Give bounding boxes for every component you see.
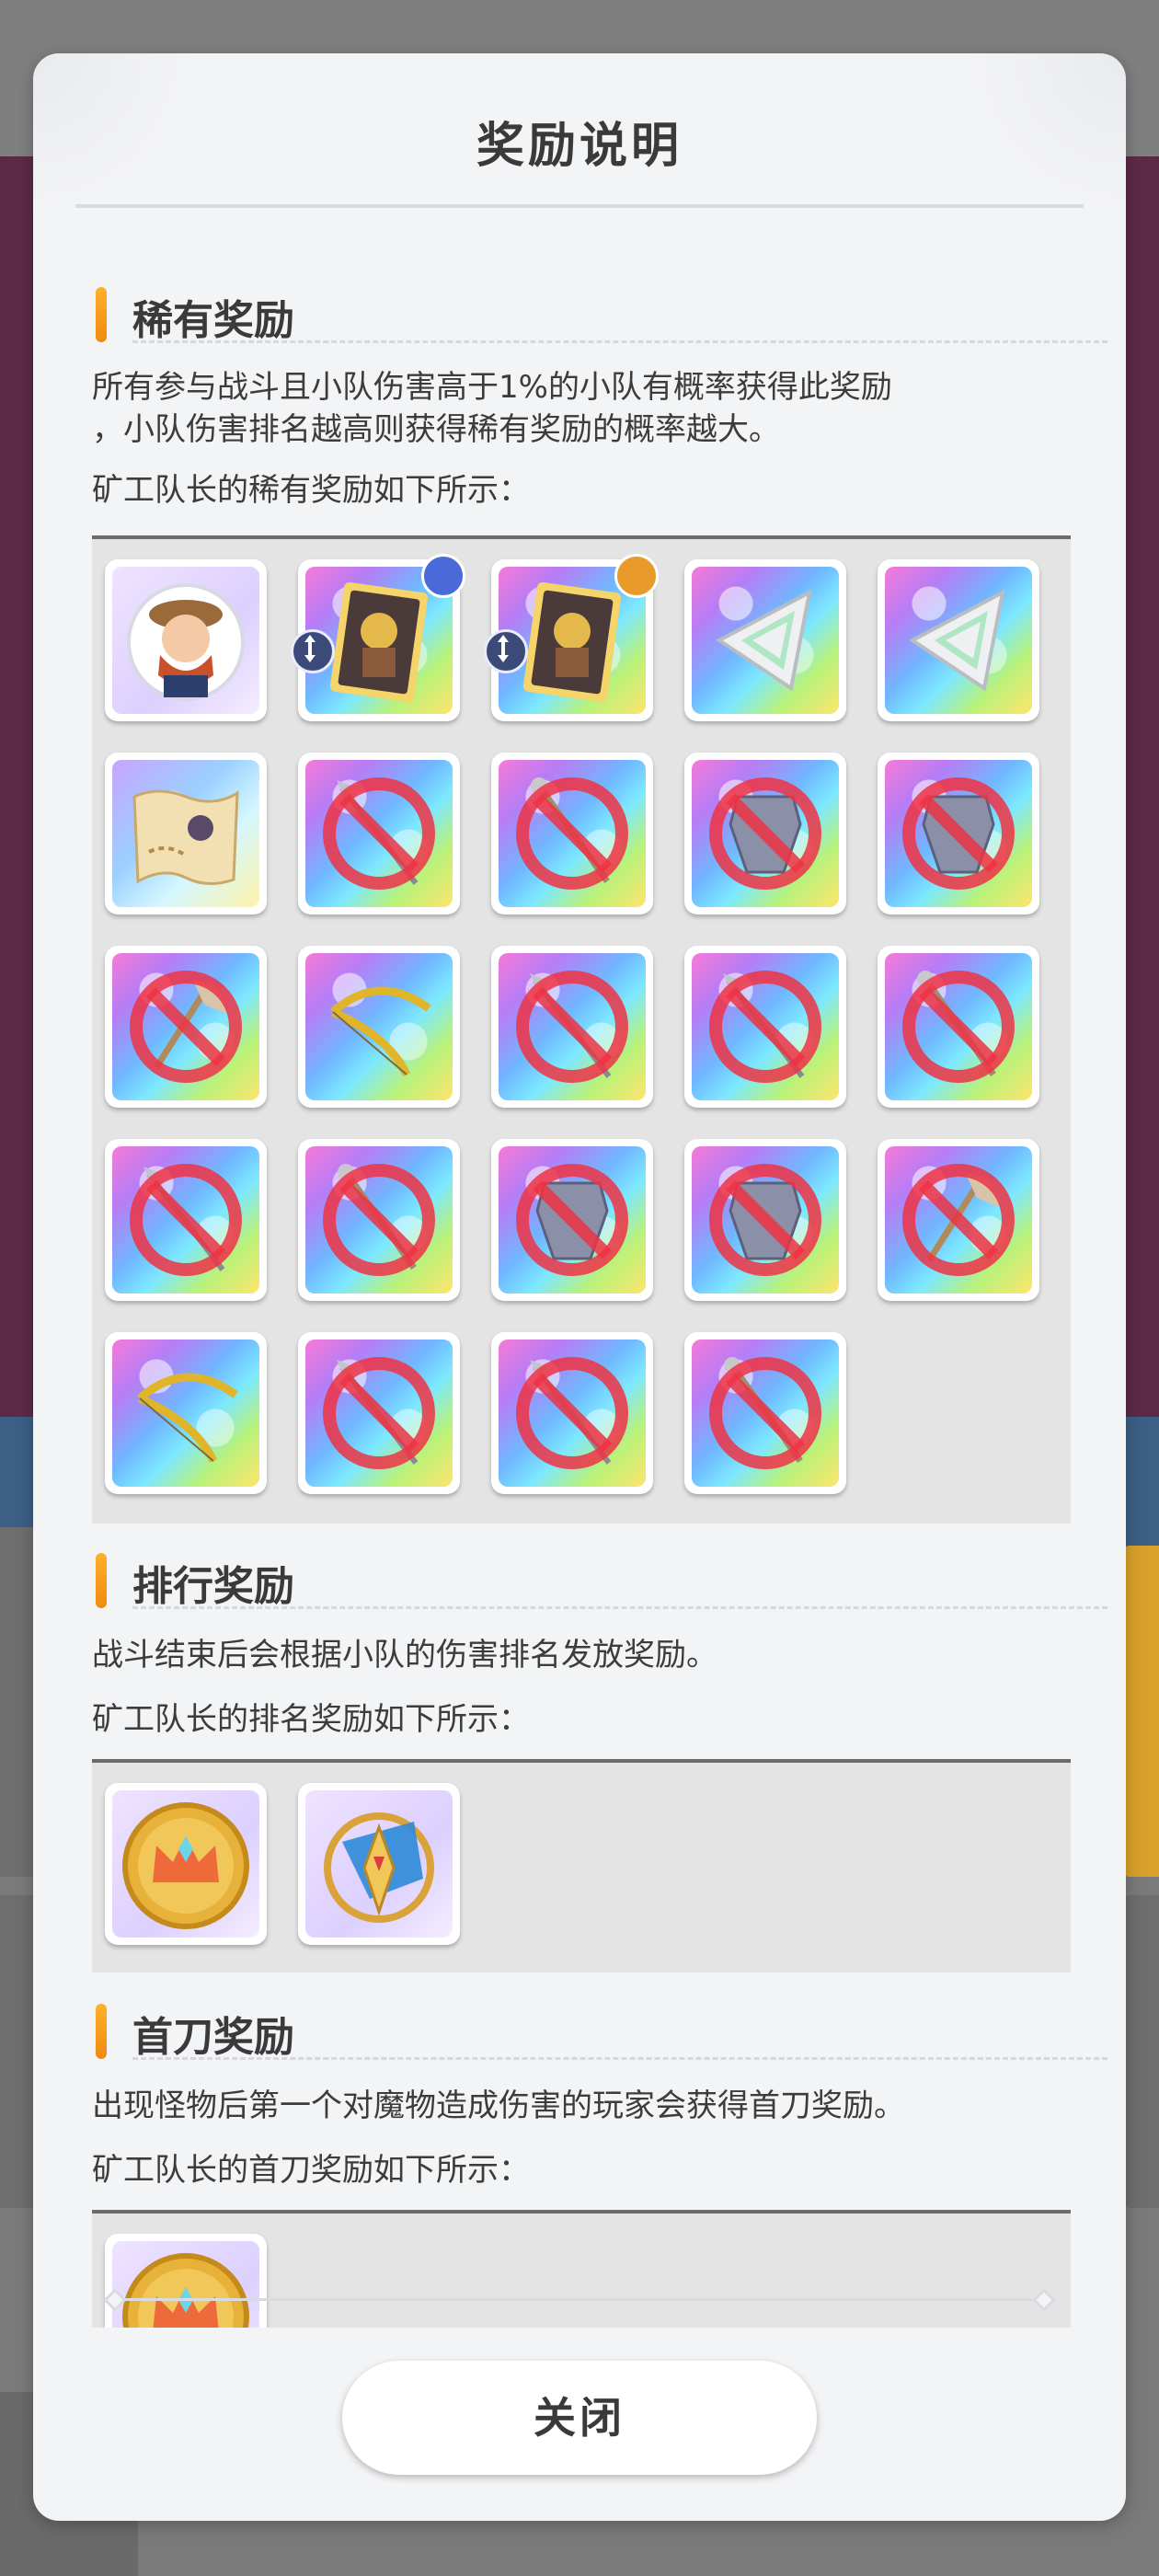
reward-item[interactable] <box>298 946 460 1108</box>
prohibited-armor-icon <box>692 760 839 907</box>
reward-item[interactable] <box>105 946 267 1108</box>
reward-item[interactable] <box>291 554 465 721</box>
prohibited-axe-icon <box>885 1146 1032 1294</box>
section-title: 排行奖励 <box>132 1563 294 1610</box>
reward-item[interactable] <box>298 1783 460 1945</box>
reward-item[interactable] <box>484 554 659 721</box>
background-card <box>1122 1546 1159 1877</box>
section-divider <box>132 340 1107 343</box>
ranking-reward-grid <box>92 1759 1071 1972</box>
reward-item[interactable] <box>491 1139 653 1301</box>
bow-icon <box>305 953 453 1100</box>
swap-badge-icon <box>291 629 335 673</box>
captain-portrait-icon <box>112 567 259 714</box>
prohibited-armor-icon <box>692 1146 839 1294</box>
reward-item[interactable] <box>684 1139 846 1301</box>
prohibited-spear-icon <box>112 1146 259 1294</box>
prohibited-spear-icon <box>692 953 839 1100</box>
swap-badge-icon <box>484 629 528 673</box>
ranking-reward-description: 战斗结束后会根据小队的伤害排名发放奖励。 <box>92 1637 717 1673</box>
rare-reward-grid <box>92 535 1071 1524</box>
treasure-map-icon <box>112 760 259 907</box>
dialog-title: 奖励说明 <box>476 119 683 174</box>
reward-item[interactable] <box>105 1139 267 1301</box>
first-blood-subtitle: 矿工队长的首刀奖励如下所示： <box>92 2152 530 2189</box>
reward-item[interactable] <box>878 753 1039 914</box>
reward-item[interactable] <box>878 946 1039 1108</box>
reward-item[interactable] <box>684 1332 846 1494</box>
section-marker <box>96 1553 107 1608</box>
section-divider <box>132 1606 1107 1609</box>
reward-item[interactable] <box>298 753 460 914</box>
reward-item[interactable] <box>684 946 846 1108</box>
prohibited-armor-icon <box>499 1146 646 1294</box>
ranking-reward-subtitle: 矿工队长的排名奖励如下所示： <box>92 1701 530 1738</box>
background-card <box>1122 1895 1159 2208</box>
title-divider <box>75 204 1084 208</box>
section-title: 首刀奖励 <box>132 2014 294 2061</box>
reward-item[interactable] <box>105 1783 267 1945</box>
reward-item[interactable] <box>298 1139 460 1301</box>
section-title: 稀有奖励 <box>132 297 294 344</box>
section-divider <box>132 2057 1107 2060</box>
first-blood-description: 出现怪物后第一个对魔物造成伤害的玩家会获得首刀奖励。 <box>92 2087 905 2124</box>
reward-item[interactable] <box>491 946 653 1108</box>
ranking-reward-header: 排行奖励 <box>96 1549 1107 1614</box>
reward-info-dialog: 奖励说明 稀有奖励 所有参与战斗且小队伤害高于1%的小队有概率获得此奖励 ，小队… <box>33 53 1126 2521</box>
reward-item[interactable] <box>491 1332 653 1494</box>
reward-item[interactable] <box>684 559 846 721</box>
prohibited-staff-icon <box>885 953 1032 1100</box>
prohibited-armor-icon <box>885 760 1032 907</box>
prohibited-spear-icon <box>499 953 646 1100</box>
crown-coin-icon <box>112 2241 259 2328</box>
prohibited-spear-icon <box>305 760 453 907</box>
first-blood-header: 首刀奖励 <box>96 2000 1107 2064</box>
reward-item[interactable] <box>105 753 267 914</box>
prohibited-spear-icon <box>305 1340 453 1487</box>
sun-element-icon <box>614 554 659 598</box>
first-blood-grid <box>92 2210 1071 2328</box>
rare-reward-header: 稀有奖励 <box>96 283 1107 348</box>
triangle-gem-icon <box>692 567 839 714</box>
reward-item[interactable] <box>878 559 1039 721</box>
reward-item[interactable] <box>491 753 653 914</box>
bottom-divider <box>118 2298 1041 2301</box>
golden-emblem-icon <box>305 1790 453 1938</box>
prohibited-staff-icon <box>692 1340 839 1487</box>
reward-item[interactable] <box>298 1332 460 1494</box>
description-line: 所有参与战斗且小队伤害高于1%的小队有概率获得此奖励 <box>92 369 892 406</box>
scroll-content[interactable]: 稀有奖励 所有参与战斗且小队伤害高于1%的小队有概率获得此奖励 ，小队伤害排名越… <box>33 228 1126 2328</box>
rare-reward-subtitle: 矿工队长的稀有奖励如下所示： <box>92 472 530 509</box>
crown-coin-icon <box>112 1790 259 1938</box>
reward-item[interactable] <box>878 1139 1039 1301</box>
moon-element-icon <box>421 554 465 598</box>
reward-item[interactable] <box>105 2234 267 2328</box>
close-button[interactable]: 关闭 <box>342 2361 817 2475</box>
prohibited-staff-icon <box>499 760 646 907</box>
triangle-gem-icon <box>885 567 1032 714</box>
section-marker <box>96 2004 107 2059</box>
description-line: ，小队伤害排名越高则获得稀有奖励的概率越大。 <box>92 411 780 448</box>
reward-item[interactable] <box>105 1332 267 1494</box>
prohibited-axe-icon <box>112 953 259 1100</box>
section-marker <box>96 287 107 342</box>
bow-icon <box>112 1340 259 1487</box>
reward-item[interactable] <box>684 753 846 914</box>
prohibited-staff-icon <box>305 1146 453 1294</box>
reward-item[interactable] <box>105 559 267 721</box>
prohibited-spear-icon <box>499 1340 646 1487</box>
rare-reward-description: 所有参与战斗且小队伤害高于1%的小队有概率获得此奖励 ，小队伤害排名越高则获得稀… <box>92 366 1085 451</box>
